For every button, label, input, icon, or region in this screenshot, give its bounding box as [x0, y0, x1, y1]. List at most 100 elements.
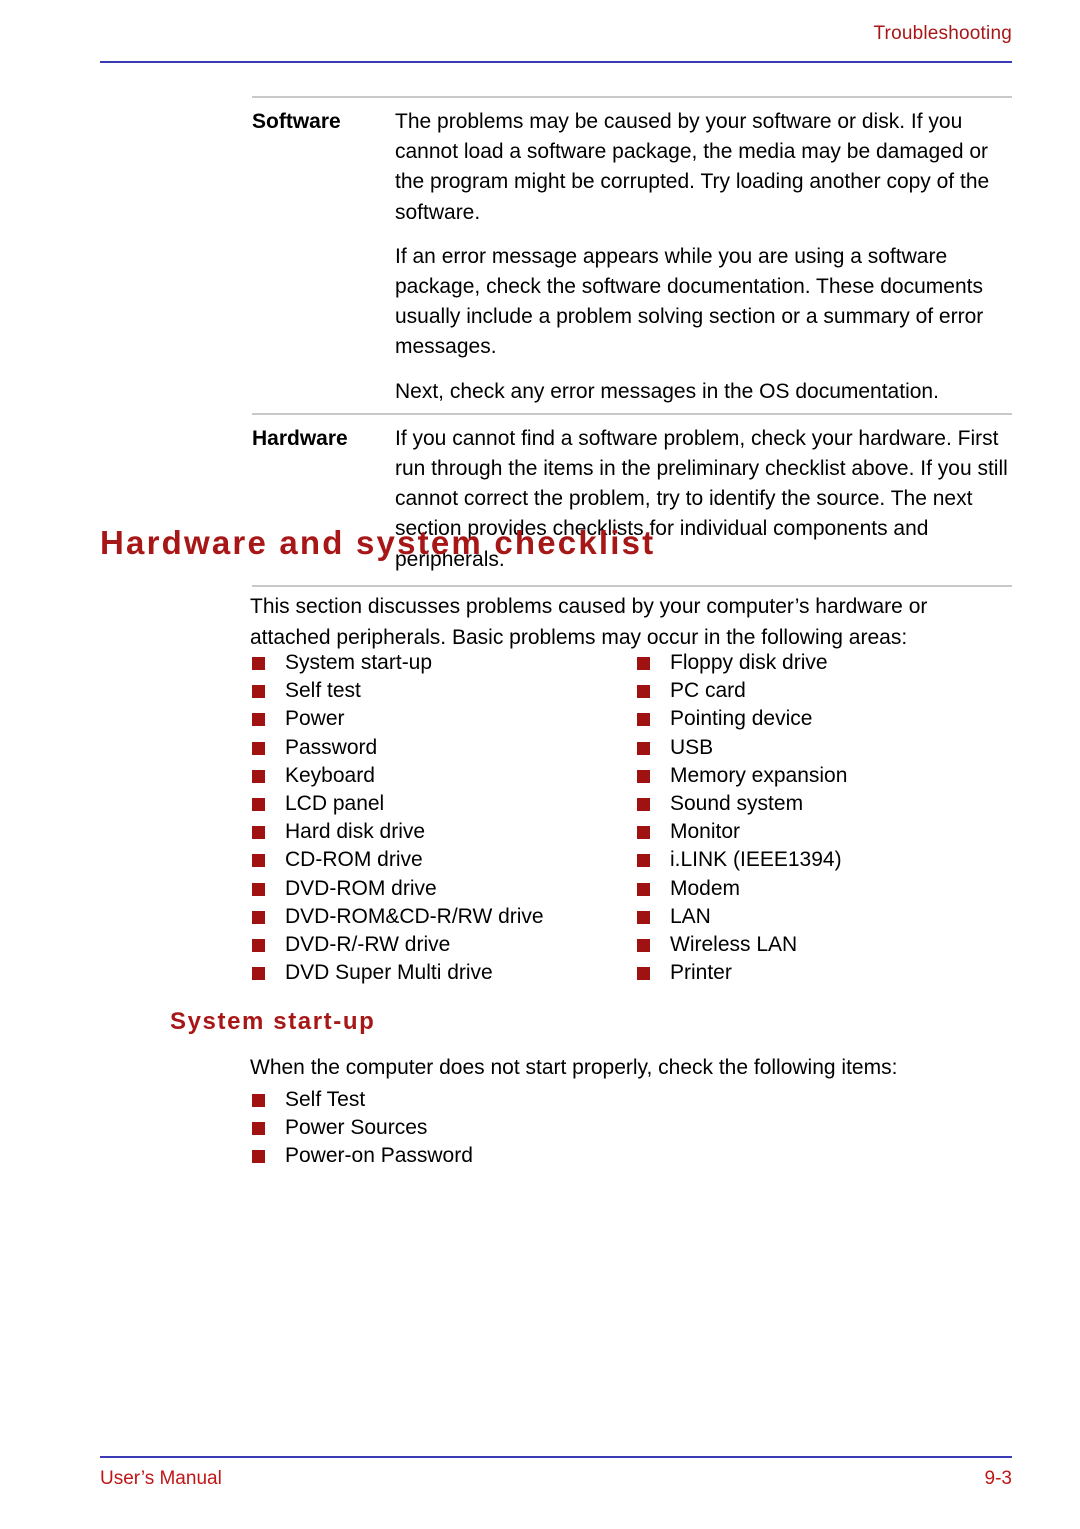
list-item: LCD panel — [250, 790, 635, 818]
list-item-label: DVD-ROM&CD-R/RW drive — [285, 904, 544, 928]
list-item-label: Sound system — [670, 792, 804, 816]
square-bullet-icon — [252, 741, 265, 755]
list-item: i.LINK (IEEE1394) — [635, 846, 1012, 874]
square-bullet-icon — [252, 967, 265, 981]
list-item-label: Monitor — [670, 820, 741, 844]
checklist-column-right: Floppy disk drive PC card Pointing devic… — [635, 649, 1012, 987]
definition-paragraph: If an error message appears while you ar… — [395, 244, 984, 359]
hardware-checklist: System start-up Self test Power Password… — [250, 649, 1012, 987]
square-bullet-icon — [637, 685, 650, 699]
list-item: CD-ROM drive — [250, 846, 635, 874]
list-item-label: Power Sources — [285, 1116, 428, 1140]
list-item-label: Wireless LAN — [670, 933, 798, 957]
subsection-intro-paragraph: When the computer does not start properl… — [250, 1056, 898, 1079]
square-bullet-icon — [637, 713, 650, 727]
list-item-label: Printer — [670, 961, 732, 985]
square-bullet-icon — [252, 939, 265, 953]
list-item-label: DVD-R/-RW drive — [285, 933, 451, 957]
list-item-label: Memory expansion — [670, 763, 848, 787]
list-item: Power-on Password — [250, 1142, 750, 1170]
list-item-label: LCD panel — [285, 792, 385, 816]
list-item-label: Power-on Password — [285, 1144, 473, 1168]
square-bullet-icon — [637, 826, 650, 840]
square-bullet-icon — [637, 769, 650, 783]
list-item-label: Self test — [285, 679, 361, 703]
list-item: Memory expansion — [635, 762, 1012, 790]
page-header: Troubleshooting — [100, 22, 1012, 46]
square-bullet-icon — [252, 657, 265, 670]
square-bullet-icon — [637, 939, 650, 953]
troubleshooting-definition-table: Software The problems may be caused by y… — [252, 96, 1012, 587]
square-bullet-icon — [637, 910, 650, 924]
square-bullet-icon — [637, 854, 650, 868]
definition-term: Hardware — [252, 426, 348, 450]
list-item-label: USB — [670, 735, 714, 759]
list-item: DVD Super Multi drive — [250, 959, 635, 987]
list-item-label: Power — [285, 707, 345, 731]
list-item: Self Test — [250, 1086, 750, 1114]
list-item: Sound system — [635, 790, 1012, 818]
list-item: DVD-ROM drive — [250, 875, 635, 903]
subsection-title: System start-up — [170, 1008, 376, 1035]
list-item: Password — [250, 734, 635, 762]
list-item: Floppy disk drive — [635, 649, 1012, 677]
square-bullet-icon — [252, 1150, 265, 1164]
page-title: Hardware and system checklist — [100, 524, 656, 561]
square-bullet-icon — [637, 882, 650, 896]
square-bullet-icon — [252, 910, 265, 924]
list-item: DVD-R/-RW drive — [250, 931, 635, 959]
square-bullet-icon — [252, 1094, 265, 1107]
list-item-label: Password — [285, 735, 378, 759]
list-item: Monitor — [635, 818, 1012, 846]
footer-rule — [100, 1456, 1012, 1458]
definition-paragraph: The problems may be caused by your softw… — [395, 110, 990, 224]
list-item: Hard disk drive — [250, 818, 635, 846]
list-item-label: PC card — [670, 679, 746, 703]
chapter-title: Troubleshooting — [873, 23, 1012, 44]
page-footer: User’s Manual 9-3 — [100, 1466, 1012, 1492]
square-bullet-icon — [252, 713, 265, 727]
list-item-label: DVD-ROM drive — [285, 876, 437, 900]
list-item: Wireless LAN — [635, 931, 1012, 959]
square-bullet-icon — [252, 769, 265, 783]
list-item: Modem — [635, 875, 1012, 903]
square-bullet-icon — [637, 798, 650, 812]
definition-term: Software — [252, 110, 341, 133]
list-item: Power Sources — [250, 1114, 750, 1142]
list-item-label: Hard disk drive — [285, 820, 426, 844]
square-bullet-icon — [252, 854, 265, 868]
list-item: DVD-ROM&CD-R/RW drive — [250, 903, 635, 931]
square-bullet-icon — [252, 685, 265, 699]
checklist-column-left: System start-up Self test Power Password… — [250, 649, 635, 987]
list-item-label: Modem — [670, 876, 741, 900]
list-item: PC card — [635, 677, 1012, 705]
list-item-label: CD-ROM drive — [285, 848, 423, 872]
definition-paragraph: Next, check any error messages in the OS… — [395, 379, 939, 403]
list-item: Keyboard — [250, 762, 635, 790]
list-item-label: Keyboard — [285, 763, 375, 787]
list-item-label: LAN — [670, 904, 711, 928]
list-item-label: DVD Super Multi drive — [285, 961, 493, 985]
footer-manual-label: User’s Manual — [100, 1468, 222, 1489]
list-item: LAN — [635, 903, 1012, 931]
list-item-label: i.LINK (IEEE1394) — [670, 848, 842, 872]
square-bullet-icon — [252, 1122, 265, 1136]
list-item-label: Pointing device — [670, 707, 813, 731]
square-bullet-icon — [252, 798, 265, 812]
list-item: Pointing device — [635, 705, 1012, 733]
definition-body: The problems may be caused by your softw… — [395, 107, 1012, 407]
header-rule — [100, 61, 1012, 63]
square-bullet-icon — [637, 657, 650, 670]
page-number: 9-3 — [984, 1468, 1012, 1489]
list-item-label: Self Test — [285, 1088, 366, 1111]
list-item: System start-up — [250, 649, 635, 677]
square-bullet-icon — [637, 741, 650, 755]
list-item-label: Floppy disk drive — [670, 651, 828, 674]
square-bullet-icon — [637, 967, 650, 981]
square-bullet-icon — [252, 826, 265, 840]
table-row: Software The problems may be caused by y… — [252, 96, 1012, 413]
square-bullet-icon — [252, 882, 265, 896]
list-item: Self test — [250, 677, 635, 705]
system-startup-checklist: Self Test Power Sources Power-on Passwor… — [250, 1086, 750, 1171]
list-item: Printer — [635, 959, 1012, 987]
